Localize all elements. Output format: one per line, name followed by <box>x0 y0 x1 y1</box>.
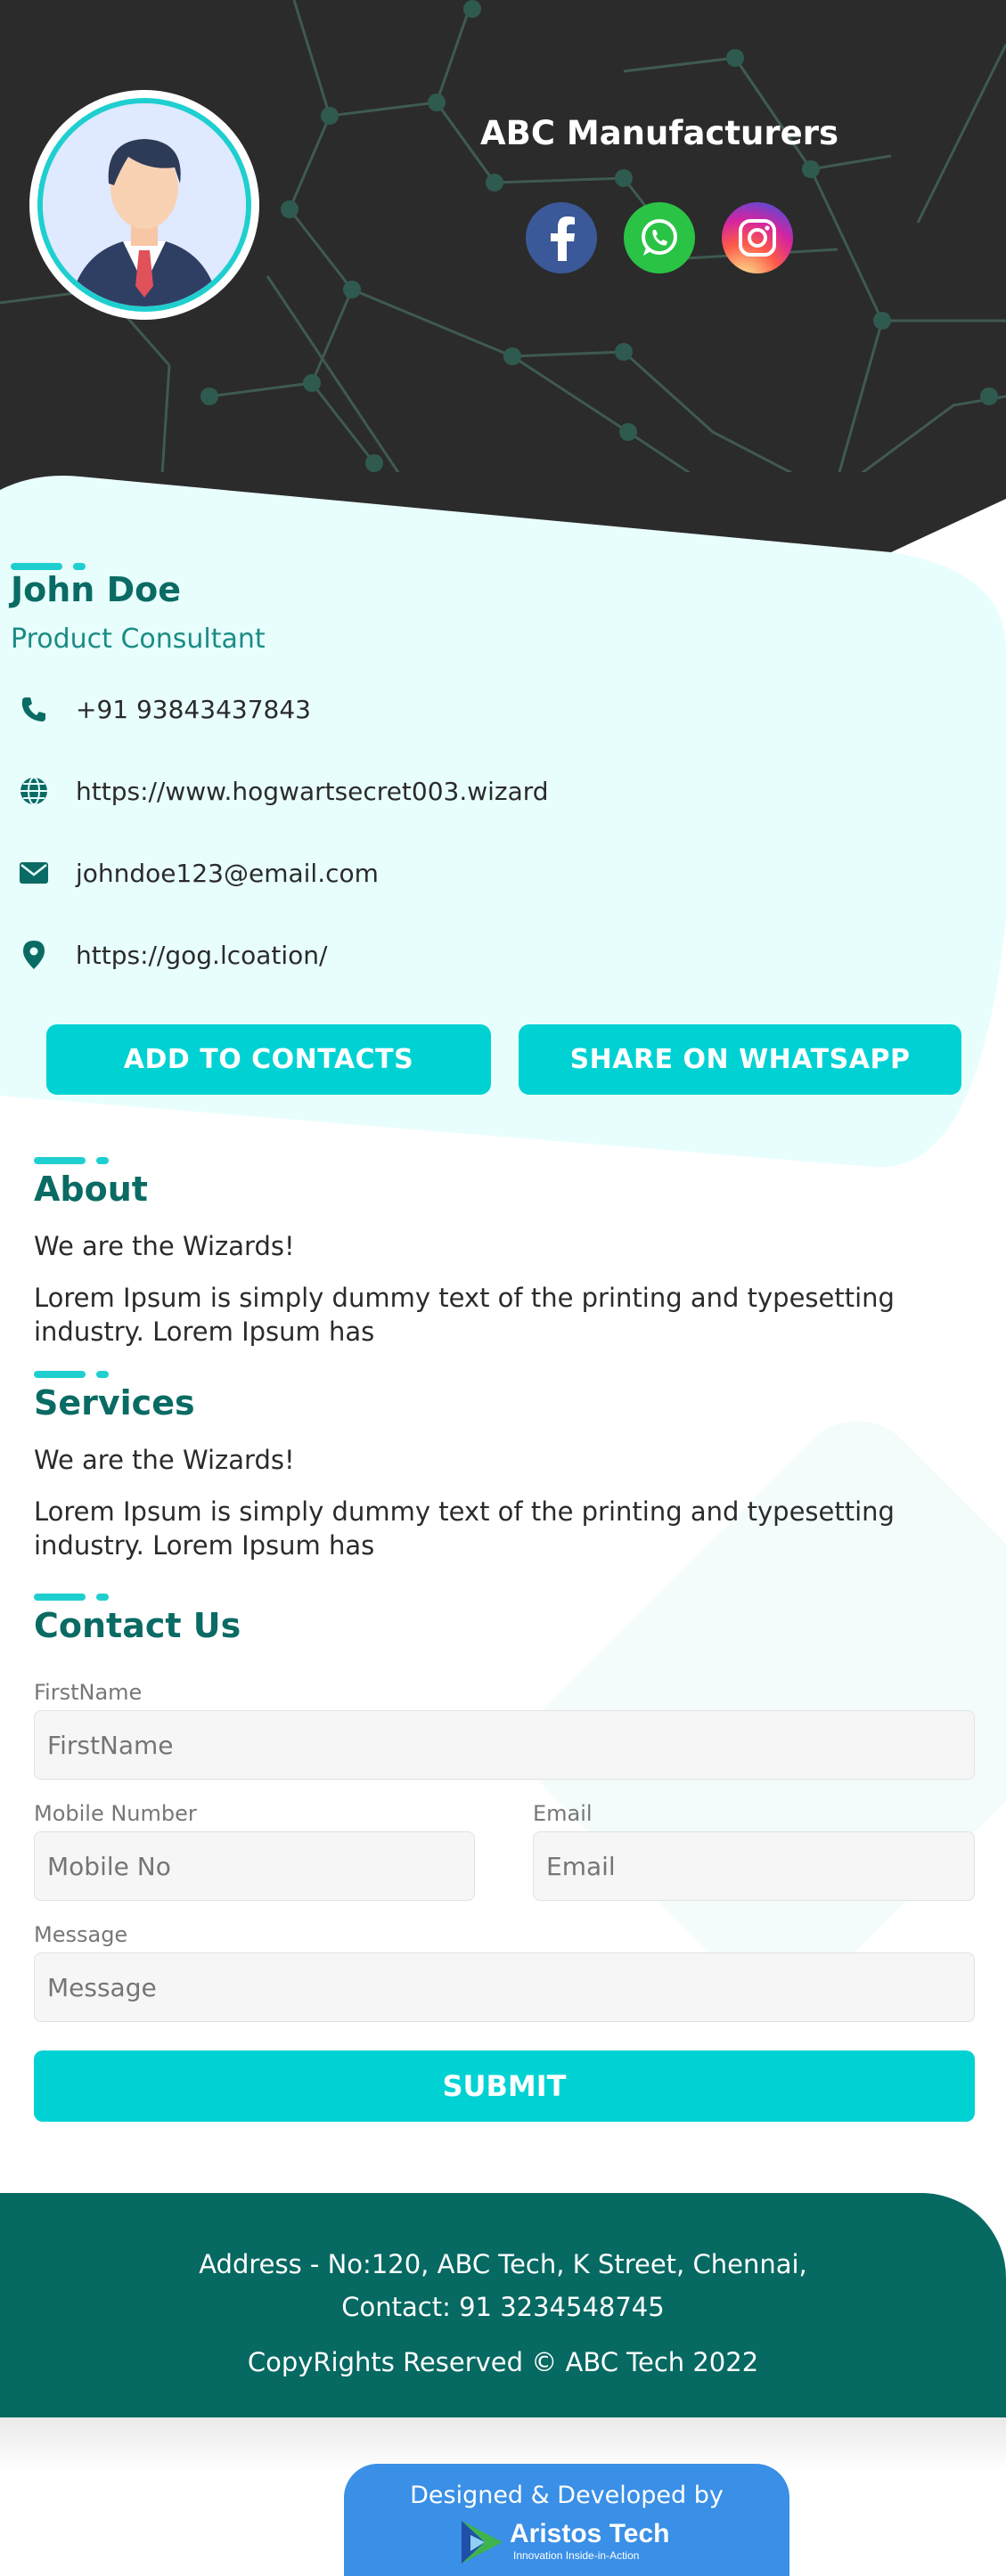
accent-dot <box>96 1594 109 1601</box>
phone-icon <box>21 697 45 721</box>
designed-by-text: Designed & Developed by <box>410 2482 724 2509</box>
about-tagline: We are the Wizards! <box>34 1231 295 1261</box>
aristos-tech-logo: Aristos Tech Innovation Inside-in-Action <box>458 2517 681 2571</box>
services-tagline: We are the Wizards! <box>34 1445 295 1475</box>
accent-bar <box>34 1157 86 1164</box>
location-pin-icon <box>23 941 45 969</box>
user-avatar-illustration <box>43 103 246 306</box>
about-title: About <box>34 1170 148 1209</box>
phone-number: +91 93843437843 <box>76 694 311 724</box>
footer: Address - No:120, ABC Tech, K Street, Ch… <box>0 2193 1006 2417</box>
person-name: John Doe <box>11 570 182 609</box>
globe-icon <box>20 777 47 805</box>
services-body: Lorem Ipsum is simply dummy text of the … <box>34 1496 895 1561</box>
message-label: Message <box>34 1922 128 1947</box>
contact-title: Contact Us <box>34 1606 241 1645</box>
aristos-tagline: Innovation Inside-in-Action <box>513 2549 640 2562</box>
message-input[interactable] <box>34 1952 975 2022</box>
whatsapp-icon <box>642 219 677 256</box>
submit-button[interactable]: SUBMIT <box>34 2050 975 2122</box>
footer-contact: Contact: 91 3234548745 <box>341 2292 665 2322</box>
website-row[interactable]: https://www.hogwartsecret003.wizard <box>16 769 549 813</box>
accent-bar <box>34 1371 86 1378</box>
location-link[interactable]: https://gog.lcoation/ <box>76 941 327 970</box>
location-row[interactable]: https://gog.lcoation/ <box>16 933 327 977</box>
facebook-icon <box>551 216 575 261</box>
website-link[interactable]: https://www.hogwartsecret003.wizard <box>76 777 549 806</box>
mobile-input[interactable] <box>34 1831 475 1901</box>
footer-shadow <box>0 2417 1006 2471</box>
person-title: Product Consultant <box>11 624 266 655</box>
whatsapp-button[interactable] <box>624 202 695 273</box>
instagram-icon <box>739 219 776 257</box>
footer-copyright: CopyRights Reserved © ABC Tech 2022 <box>247 2347 759 2377</box>
email-row[interactable]: johndoe123@email.com <box>16 851 379 895</box>
accent-dot <box>73 563 86 570</box>
accent-dot <box>96 1371 109 1378</box>
aristos-brand-name: Aristos Tech <box>510 2519 670 2548</box>
firstname-label: FirstName <box>34 1680 143 1705</box>
share-on-whatsapp-button[interactable]: SHARE ON WHATSAPP <box>519 1024 961 1095</box>
about-body: Lorem Ipsum is simply dummy text of the … <box>34 1283 895 1347</box>
instagram-button[interactable] <box>722 202 793 273</box>
facebook-button[interactable] <box>526 202 597 273</box>
email-label: Email <box>533 1801 593 1826</box>
envelope-icon <box>20 862 48 884</box>
firstname-input[interactable] <box>34 1710 975 1780</box>
accent-bar <box>34 1594 86 1601</box>
aristos-logo-icon <box>462 2521 503 2564</box>
developer-credit[interactable]: Designed & Developed by Aristos Tech Inn… <box>344 2464 789 2576</box>
email-input[interactable] <box>533 1831 975 1901</box>
phone-row[interactable]: +91 93843437843 <box>16 687 311 731</box>
add-to-contacts-button[interactable]: ADD TO CONTACTS <box>46 1024 491 1095</box>
services-title: Services <box>34 1383 195 1423</box>
company-name: ABC Manufacturers <box>480 114 838 152</box>
avatar <box>29 90 259 320</box>
footer-address: Address - No:120, ABC Tech, K Street, Ch… <box>199 2249 807 2279</box>
accent-dot <box>96 1157 109 1164</box>
mobile-label: Mobile Number <box>34 1801 197 1826</box>
accent-bar <box>11 563 62 570</box>
email-address[interactable]: johndoe123@email.com <box>76 859 379 888</box>
